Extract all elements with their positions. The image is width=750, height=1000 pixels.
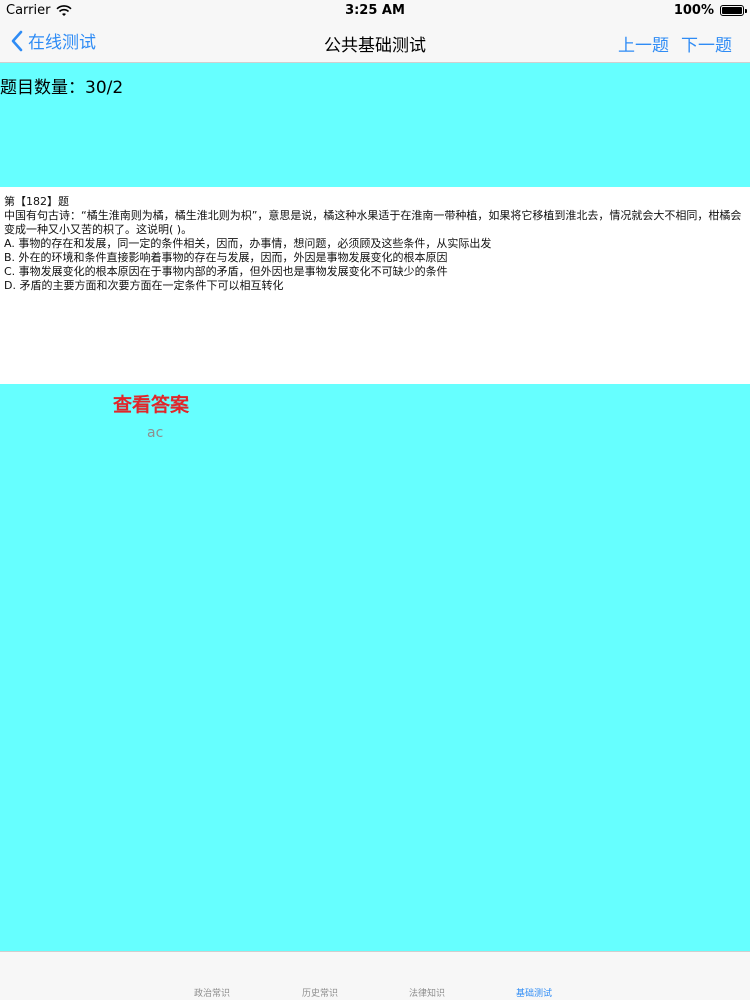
answer-text: ac — [147, 425, 164, 441]
tab-law[interactable]: 法律知识 — [409, 986, 445, 999]
option-d: D. 矛盾的主要方面和次要方面在一定条件下可以相互转化 — [4, 279, 284, 292]
battery-percent: 100% — [673, 3, 714, 18]
next-question-button[interactable]: 下一题 — [681, 31, 732, 56]
status-bar: Carrier 3:25 AM 100% — [0, 0, 750, 22]
question-text: 第【182】题 中国有句古诗：“橘生淮南则为橘，橘生淮北则为枳”，意思是说，橘这… — [0, 187, 750, 293]
show-answer-button[interactable]: 查看答案 — [113, 390, 189, 417]
tab-history[interactable]: 历史常识 — [302, 986, 338, 999]
question-number: 第【182】题 — [4, 195, 69, 208]
tab-politics[interactable]: 政治常识 — [194, 986, 230, 999]
content-area: 题目数量：30/2 第【182】题 中国有句古诗：“橘生淮南则为橘，橘生淮北则为… — [0, 63, 750, 951]
status-time: 3:25 AM — [345, 3, 405, 18]
tab-bar: 政治常识 历史常识 法律知识 基础测试 — [0, 951, 750, 1000]
app-screen: Carrier 3:25 AM 100% 在线测试 公共基础测试 上一题 下一题 — [0, 0, 750, 1000]
battery-fill — [722, 7, 742, 14]
previous-question-button[interactable]: 上一题 — [618, 31, 669, 56]
navigation-bar: 在线测试 公共基础测试 上一题 下一题 — [0, 22, 750, 63]
status-right: 100% — [673, 3, 747, 18]
option-c: C. 事物发展变化的根本原因在于事物内部的矛盾，但外因也是事物发展变化不可缺少的… — [4, 265, 448, 278]
question-count-label: 题目数量：30/2 — [0, 78, 124, 98]
battery-icon — [720, 5, 747, 16]
option-b: B. 外在的环境和条件直接影响着事物的存在与发展，因而，外因是事物发展变化的根本… — [4, 251, 448, 264]
question-panel: 第【182】题 中国有句古诗：“橘生淮南则为橘，橘生淮北则为枳”，意思是说，橘这… — [0, 187, 750, 384]
nav-right-buttons: 上一题 下一题 — [618, 31, 732, 56]
question-stem: 中国有句古诗：“橘生淮南则为橘，橘生淮北则为枳”，意思是说，橘这种水果适于在淮南… — [4, 209, 742, 236]
tab-basic-test[interactable]: 基础测试 — [516, 986, 552, 999]
option-a: A. 事物的存在和发展，同一定的条件相关，因而，办事情，想问题，必须顾及这些条件… — [4, 237, 492, 250]
